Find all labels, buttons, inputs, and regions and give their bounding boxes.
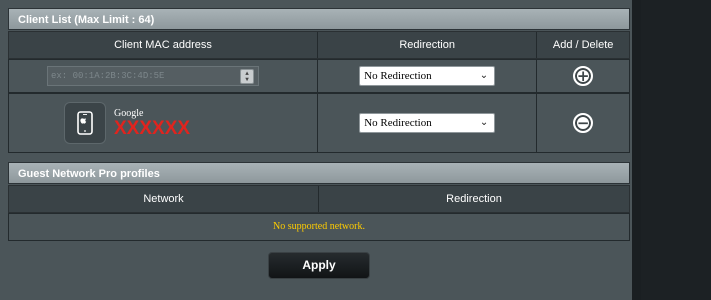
client-redirection-value: No Redirection xyxy=(364,117,432,129)
client-row: Google XXXXXX No Redirection ⌄ − xyxy=(8,93,630,153)
chevron-down-icon: ⌄ xyxy=(479,70,489,81)
redirection-cell: No Redirection ⌄ xyxy=(318,60,538,92)
new-client-row: ex: 00:1A:2B:3C:4D:5E ▲ ▼ No Redirection … xyxy=(8,59,630,93)
client-redirection-select[interactable]: No Redirection ⌄ xyxy=(359,113,496,133)
delete-client-button[interactable]: − xyxy=(573,113,594,133)
add-client-button[interactable]: + xyxy=(573,66,594,86)
chevron-down-icon: ⌄ xyxy=(479,117,489,128)
mac-column-header: Client MAC address xyxy=(9,32,318,58)
right-sidebar-area xyxy=(632,0,711,300)
mac-cell: ex: 00:1A:2B:3C:4D:5E ▲ ▼ xyxy=(9,60,318,92)
network-column-header: Network xyxy=(9,186,319,212)
guest-redirection-column-header: Redirection xyxy=(446,193,502,205)
client-device-cell: Google XXXXXX xyxy=(9,94,319,152)
client-action-cell: − xyxy=(537,94,629,152)
device-name: XXXXXX xyxy=(114,117,191,139)
add-delete-column-header: Add / Delete xyxy=(552,39,614,51)
phone-icon xyxy=(77,111,93,135)
client-redirection-cell: No Redirection ⌄ xyxy=(318,94,538,152)
client-list-title: Client List (Max Limit : 64) xyxy=(8,8,630,30)
device-info: Google XXXXXX xyxy=(114,108,190,139)
new-client-redirection-value: No Redirection xyxy=(364,70,432,82)
right-sidebar-panel xyxy=(641,0,711,300)
apply-button[interactable]: Apply xyxy=(268,252,370,279)
empty-network-message: No supported network. xyxy=(8,213,630,241)
guest-profiles-header: Network Redirection xyxy=(8,185,630,213)
client-list-header: Client MAC address Redirection Add / Del… xyxy=(8,31,630,59)
remove-circle-icon: − xyxy=(576,114,590,132)
new-client-redirection-select[interactable]: No Redirection ⌄ xyxy=(359,66,496,86)
add-circle-icon: + xyxy=(576,67,590,85)
mac-dropdown-stepper-icon[interactable]: ▲ ▼ xyxy=(240,69,254,84)
redirection-column-header: Redirection xyxy=(318,32,538,58)
content-panel: Client List (Max Limit : 64) Client MAC … xyxy=(0,0,632,300)
action-cell: + xyxy=(537,60,629,92)
device-tile xyxy=(64,102,106,144)
mac-address-placeholder: ex: 00:1A:2B:3C:4D:5E xyxy=(51,71,165,81)
guest-profiles-title: Guest Network Pro profiles xyxy=(8,162,630,184)
device-vendor: Google xyxy=(114,107,144,119)
mac-address-input[interactable]: ex: 00:1A:2B:3C:4D:5E ▲ ▼ xyxy=(47,66,259,86)
